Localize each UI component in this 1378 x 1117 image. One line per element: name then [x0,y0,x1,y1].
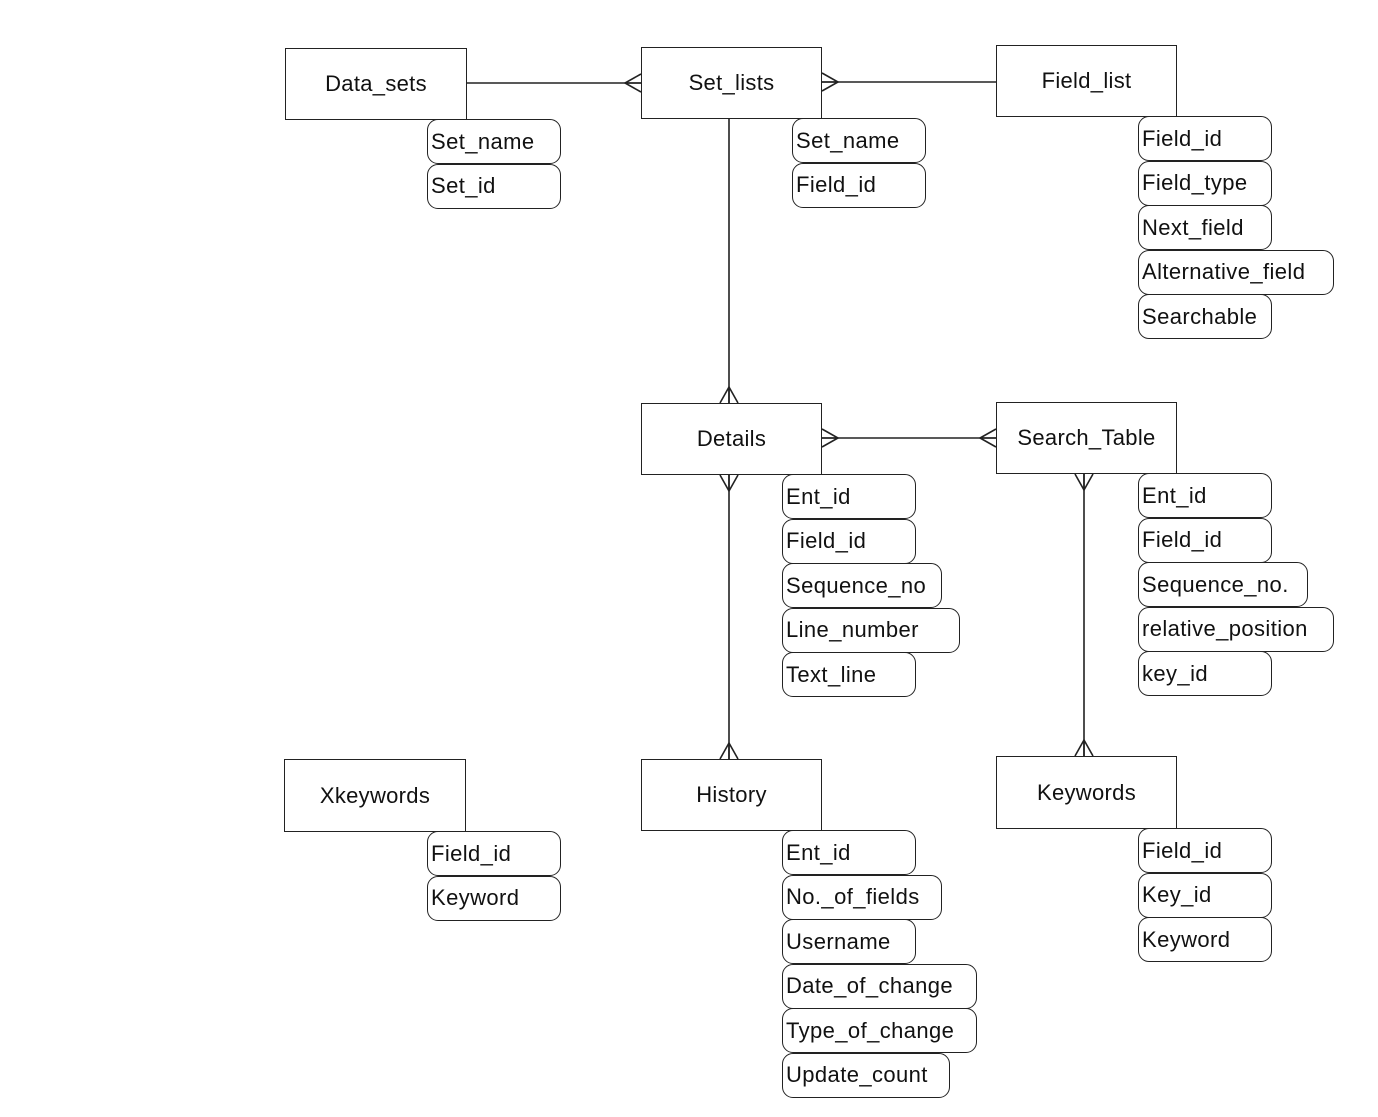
crows-foot-icon [978,428,997,448]
attribute-keywords: Keyword [1138,917,1272,962]
crows-foot-icon [1074,738,1094,757]
entity-data-sets: Data_sets [285,48,467,120]
crows-foot-icon [719,474,739,493]
attribute-xkeywords: Field_id [427,831,561,876]
attribute-field-list: Alternative_field [1138,249,1334,295]
crows-foot-icon [821,72,840,92]
attribute-search-table: key_id [1138,651,1272,696]
attribute-history: Username [782,919,916,964]
attribute-keywords: Key_id [1138,872,1272,918]
attribute-history: Update_count [782,1052,950,1098]
crows-foot-icon [719,385,739,404]
entity-field-list: Field_list [996,45,1177,117]
crows-foot-icon [623,73,642,93]
attribute-data-sets: Set_id [427,163,561,209]
attribute-search-table: Field_id [1138,517,1272,563]
entity-search-table: Search_Table [996,402,1177,474]
attribute-search-table: Sequence_no. [1138,562,1308,607]
attribute-field-list: Field_type [1138,160,1272,206]
crows-foot-icon [821,428,840,448]
attribute-details: Text_line [782,652,916,697]
attribute-details: Sequence_no [782,563,942,608]
crows-foot-icon [719,741,739,760]
attribute-field-list: Field_id [1138,116,1272,161]
attribute-history: Ent_id [782,830,916,875]
attribute-field-list: Next_field [1138,205,1272,250]
entity-details: Details [641,403,822,475]
attribute-details: Line_number [782,607,960,653]
entity-keywords: Keywords [996,756,1177,829]
attribute-set-lists: Field_id [792,162,926,208]
attribute-keywords: Field_id [1138,828,1272,873]
attribute-details: Ent_id [782,474,916,519]
attribute-search-table: Ent_id [1138,473,1272,518]
attribute-data-sets: Set_name [427,119,561,164]
attribute-history: Type_of_change [782,1008,977,1053]
entity-set-lists: Set_lists [641,47,822,119]
attribute-history: No._of_fields [782,874,942,920]
crows-foot-icon [1074,473,1094,492]
attribute-details: Field_id [782,518,916,564]
entity-history: History [641,759,822,831]
attribute-history: Date_of_change [782,963,977,1009]
attribute-xkeywords: Keyword [427,875,561,921]
attribute-field-list: Searchable [1138,294,1272,339]
attribute-set-lists: Set_name [792,118,926,163]
entity-xkeywords: Xkeywords [284,759,466,832]
attribute-search-table: relative_position [1138,606,1334,652]
